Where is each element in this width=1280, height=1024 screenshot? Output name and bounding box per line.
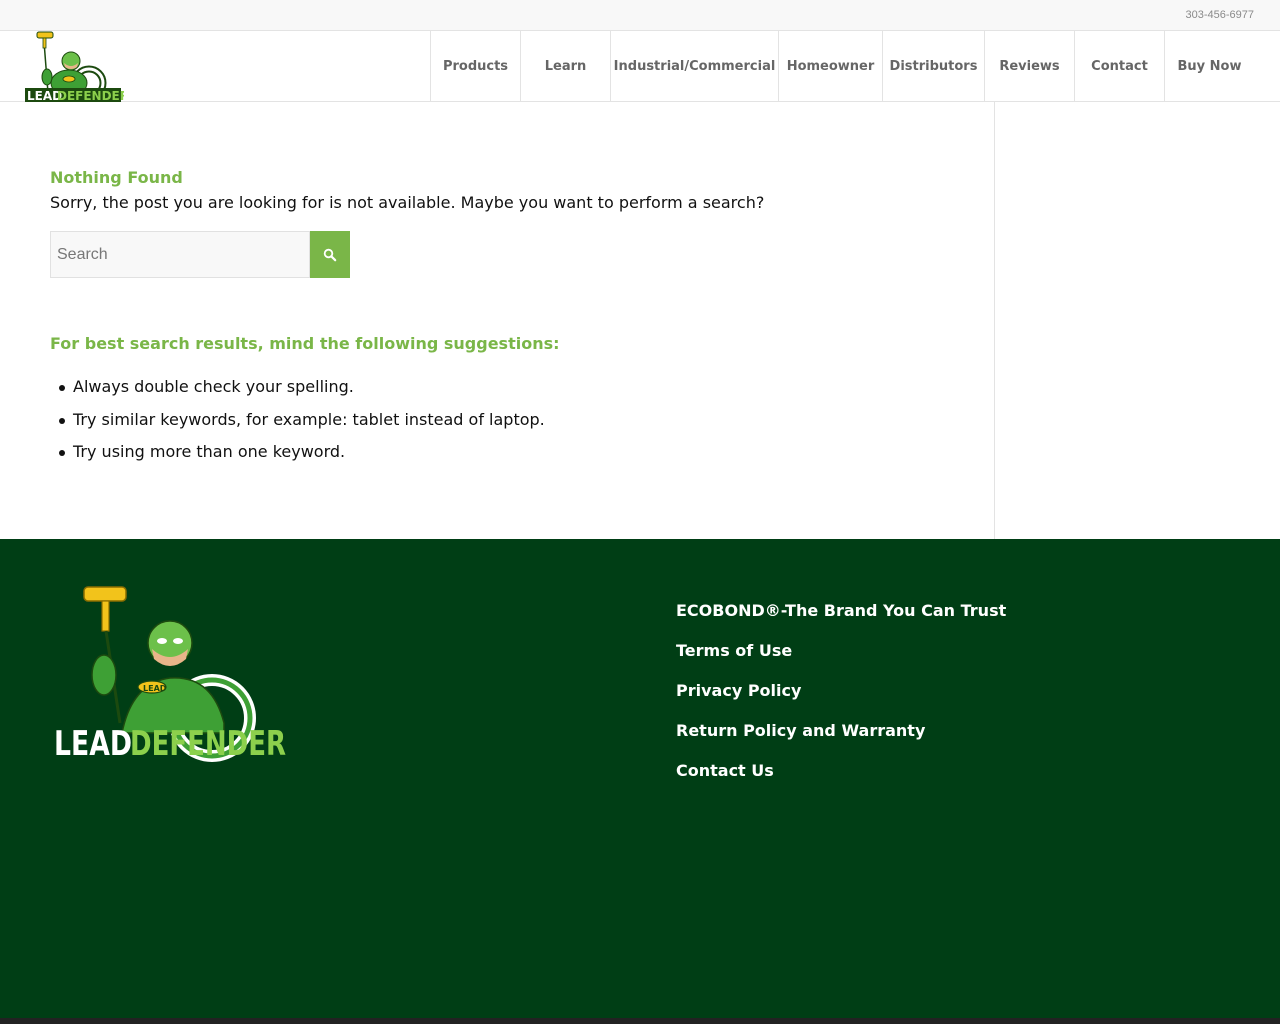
- lead-defender-footer-logo[interactable]: LEAD LEAD DEFENDER: [52, 583, 292, 763]
- sidebar-divider: [994, 102, 995, 539]
- nav-item-buy-now[interactable]: Buy Now: [1164, 31, 1254, 102]
- nav-item-reviews[interactable]: Reviews: [984, 31, 1074, 102]
- search-icon: [323, 248, 337, 261]
- top-bar: 303-456-6977: [0, 0, 1280, 31]
- search-results-content: Nothing Found Sorry, the post you are lo…: [50, 168, 950, 461]
- list-item: Always double check your spelling.: [50, 375, 545, 408]
- search-button[interactable]: [310, 231, 350, 278]
- phone-number[interactable]: 303-456-6977: [1185, 9, 1254, 21]
- nav-item-contact[interactable]: Contact: [1074, 31, 1164, 102]
- footer-link-return-policy[interactable]: Return Policy and Warranty: [676, 721, 925, 740]
- footer-links: ECOBOND®-The Brand You Can Trust Terms o…: [676, 601, 1006, 801]
- badge-text: LEAD: [143, 684, 167, 693]
- search-form: [50, 231, 350, 278]
- list-item: Try using more than one keyword.: [50, 440, 545, 473]
- footer-link-privacy[interactable]: Privacy Policy: [676, 681, 801, 700]
- main-content-area: Nothing Found Sorry, the post you are lo…: [0, 102, 1280, 539]
- nav-item-distributors[interactable]: Distributors: [882, 31, 984, 102]
- logo-text-defender: DEFENDER: [57, 89, 124, 102]
- lead-defender-logo[interactable]: LEAD DEFENDER: [24, 31, 124, 102]
- nav-item-learn[interactable]: Learn: [520, 31, 610, 102]
- site-footer: LEAD LEAD DEFENDER ECOBOND®-The Brand Yo…: [0, 539, 1280, 1018]
- footer-link-terms[interactable]: Terms of Use: [676, 641, 792, 660]
- nav-item-industrial-commercial[interactable]: Industrial/Commercial: [610, 31, 778, 102]
- nav-item-homeowner[interactable]: Homeowner: [778, 31, 882, 102]
- nav-item-products[interactable]: Products: [430, 31, 520, 102]
- footer-link-ecobond[interactable]: ECOBOND®-The Brand You Can Trust: [676, 601, 1006, 620]
- footer-logo-text-defender: DEFENDER: [130, 724, 286, 763]
- main-nav: Products Learn Industrial/Commercial Homeow…: [430, 31, 1254, 102]
- site-header: LEAD DEFENDER Products Learn Industrial/Co…: [0, 31, 1280, 102]
- suggestions-title: For best search results, mind the follow…: [50, 334, 560, 353]
- footer-link-contact[interactable]: Contact Us: [676, 761, 774, 780]
- page-title: Nothing Found: [50, 168, 183, 187]
- footer-bottom-bar: [0, 1018, 1280, 1024]
- footer-logo-text-lead: LEAD: [54, 724, 132, 763]
- list-item: Try similar keywords, for example: table…: [50, 408, 545, 441]
- search-input[interactable]: [50, 231, 310, 278]
- suggestions-list: Always double check your spelling. Try s…: [50, 375, 545, 473]
- not-found-message: Sorry, the post you are looking for is n…: [50, 193, 765, 212]
